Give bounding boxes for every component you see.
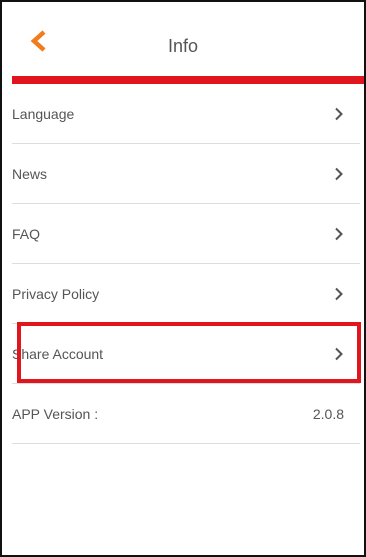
menu-item-share-account[interactable]: Share Account bbox=[2, 324, 364, 384]
app-version-value: 2.0.8 bbox=[312, 406, 344, 422]
header: Info bbox=[2, 2, 364, 76]
chevron-right-icon bbox=[335, 347, 343, 361]
menu-item-label: News bbox=[12, 166, 48, 182]
menu-item-label: Language bbox=[12, 106, 75, 122]
info-menu-list: Language News FAQ Privacy Policy Share A… bbox=[2, 84, 364, 444]
header-accent-bar bbox=[12, 76, 364, 84]
menu-item-label: FAQ bbox=[12, 226, 41, 242]
page-title: Info bbox=[167, 36, 199, 56]
menu-item-privacy-policy[interactable]: Privacy Policy bbox=[2, 264, 364, 324]
menu-item-label: Share Account bbox=[12, 346, 104, 362]
menu-item-language[interactable]: Language bbox=[2, 84, 364, 144]
app-screen: Info Language News FAQ Privacy Policy Sh… bbox=[0, 0, 366, 557]
app-version-label: APP Version : bbox=[12, 406, 99, 422]
menu-item-faq[interactable]: FAQ bbox=[2, 204, 364, 264]
chevron-right-icon bbox=[335, 287, 343, 301]
chevron-right-icon bbox=[335, 227, 343, 241]
menu-item-news[interactable]: News bbox=[2, 144, 364, 204]
chevron-right-icon bbox=[335, 107, 343, 121]
menu-item-label: Privacy Policy bbox=[12, 286, 100, 302]
app-version-row: APP Version : 2.0.8 bbox=[2, 384, 364, 444]
chevron-right-icon bbox=[335, 167, 343, 181]
